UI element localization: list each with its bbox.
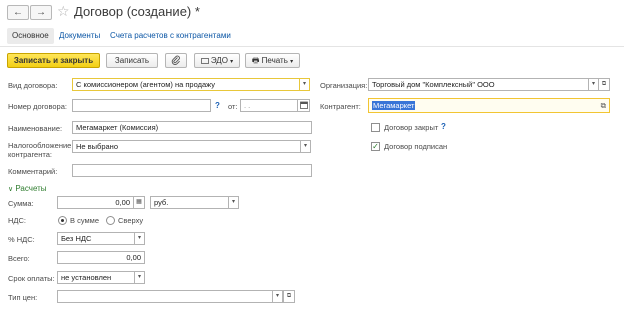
vat-rate-label: % НДС: xyxy=(8,235,35,244)
help-icon[interactable]: ? xyxy=(441,122,446,132)
contract-number-input[interactable] xyxy=(72,99,211,112)
chevron-down-icon: ▾ xyxy=(290,59,294,65)
chevron-down-icon: ▾ xyxy=(137,235,141,241)
forward-button[interactable]: → xyxy=(30,5,52,20)
page-title: Договор (создание) * xyxy=(74,4,200,19)
amount-input[interactable]: 0,00 xyxy=(57,196,134,209)
link-icon: ⧉ xyxy=(286,293,292,299)
chevron-down-icon: ∨ xyxy=(8,186,14,193)
calendar-button[interactable] xyxy=(297,99,310,112)
vat-rate-select[interactable]: Без НДС xyxy=(57,232,135,245)
comment-input[interactable] xyxy=(72,164,312,177)
tab-documents[interactable]: Документы xyxy=(59,28,100,44)
counterparty-value: Мегамаркет xyxy=(372,101,416,110)
name-input[interactable]: Мегамаркет (Комиссия) xyxy=(72,121,312,134)
organization-open-button[interactable]: ⧉ xyxy=(598,78,610,91)
amount-label: Сумма: xyxy=(8,199,34,208)
price-type-select[interactable] xyxy=(57,290,273,303)
print-label: Печать xyxy=(261,56,288,65)
vat-rate-dropdown[interactable]: ▾ xyxy=(134,232,145,245)
payment-term-label: Срок оплаты: xyxy=(8,274,55,283)
vat-above-label: Сверху xyxy=(118,216,144,225)
chevron-down-icon: ▾ xyxy=(275,293,279,299)
taxation-label: Налогообложение контрагента: xyxy=(8,141,72,159)
edo-label: ЭДО xyxy=(210,56,228,65)
save-button[interactable]: Записать xyxy=(106,53,158,68)
contract-number-label: Номер договора: xyxy=(8,102,67,111)
chevron-down-icon: ▾ xyxy=(230,59,234,65)
help-icon[interactable]: ? xyxy=(215,101,220,111)
payments-section-label: Расчеты xyxy=(15,184,47,193)
paperclip-icon xyxy=(171,55,180,65)
checkmark-icon: ✓ xyxy=(372,142,379,151)
contract-signed-checkbox[interactable]: ✓ xyxy=(371,142,380,151)
print-button[interactable]: 🖶 Печать ▾ xyxy=(245,53,300,68)
back-arrow-icon: ← xyxy=(13,7,23,18)
save-and-close-button[interactable]: Записать и закрыть xyxy=(7,53,100,68)
organization-label: Организация: xyxy=(320,81,368,90)
price-type-open-button[interactable]: ⧉ xyxy=(283,290,295,303)
printer-icon: 🖶 xyxy=(251,56,260,65)
link-icon[interactable]: ⧉ xyxy=(601,99,606,112)
price-type-label: Тип цен: xyxy=(8,293,38,302)
vat-above-radio[interactable] xyxy=(106,216,115,225)
payment-term-dropdown[interactable]: ▾ xyxy=(134,271,145,284)
back-button[interactable]: ← xyxy=(7,5,29,20)
date-label: от: xyxy=(228,102,238,111)
contract-closed-checkbox[interactable] xyxy=(371,123,380,132)
date-input[interactable]: . . xyxy=(240,99,298,112)
name-label: Наименование: xyxy=(8,124,63,133)
forward-arrow-icon: → xyxy=(36,7,46,18)
chevron-down-icon: ▾ xyxy=(231,199,235,205)
chevron-down-icon: ▾ xyxy=(137,274,141,280)
calendar-icon xyxy=(299,101,308,109)
tabs-divider xyxy=(0,46,624,47)
currency-select[interactable]: руб. xyxy=(150,196,229,209)
calculator-icon: ▦ xyxy=(136,199,142,205)
comment-label: Комментарий: xyxy=(8,167,58,176)
taxation-dropdown[interactable]: ▾ xyxy=(300,140,311,153)
chevron-down-icon: ▾ xyxy=(303,143,307,149)
total-value: 0,00 xyxy=(57,251,145,264)
currency-dropdown[interactable]: ▾ xyxy=(228,196,239,209)
vat-included-label: В сумме xyxy=(70,216,99,225)
contract-closed-label: Договор закрыт xyxy=(384,123,439,132)
organization-select[interactable]: Торговый дом "Комплексный" ООО xyxy=(368,78,589,91)
contract-signed-label: Договор подписан xyxy=(384,142,448,151)
attach-button[interactable] xyxy=(165,53,187,68)
tab-settlement-accounts[interactable]: Счета расчетов с контрагентами xyxy=(110,28,231,44)
link-icon: ⧉ xyxy=(601,81,607,87)
contract-type-select[interactable]: С комиссионером (агентом) на продажу xyxy=(72,78,300,91)
vat-label: НДС: xyxy=(8,216,26,225)
payments-section-toggle[interactable]: ∨ Расчеты xyxy=(8,184,47,195)
chevron-down-icon: ▾ xyxy=(591,81,595,87)
calculator-button[interactable]: ▦ xyxy=(133,196,145,209)
contract-type-label: Вид договора: xyxy=(8,81,58,90)
taxation-select[interactable]: Не выбрано xyxy=(72,140,301,153)
tab-main[interactable]: Основное xyxy=(7,28,54,44)
price-type-dropdown[interactable]: ▾ xyxy=(272,290,283,303)
chevron-down-icon: ▾ xyxy=(302,81,306,87)
vat-included-radio[interactable] xyxy=(58,216,67,225)
edo-button[interactable]: ЭДО ▾ xyxy=(194,53,240,68)
favorite-star-icon[interactable]: ☆ xyxy=(57,3,70,19)
contract-type-dropdown[interactable]: ▾ xyxy=(299,78,310,91)
counterparty-input[interactable]: Мегамаркет ⧉ xyxy=(368,98,610,113)
counterparty-label: Контрагент: xyxy=(320,102,361,111)
total-label: Всего: xyxy=(8,254,30,263)
payment-term-select[interactable]: не установлен xyxy=(57,271,135,284)
edo-icon xyxy=(200,57,209,64)
